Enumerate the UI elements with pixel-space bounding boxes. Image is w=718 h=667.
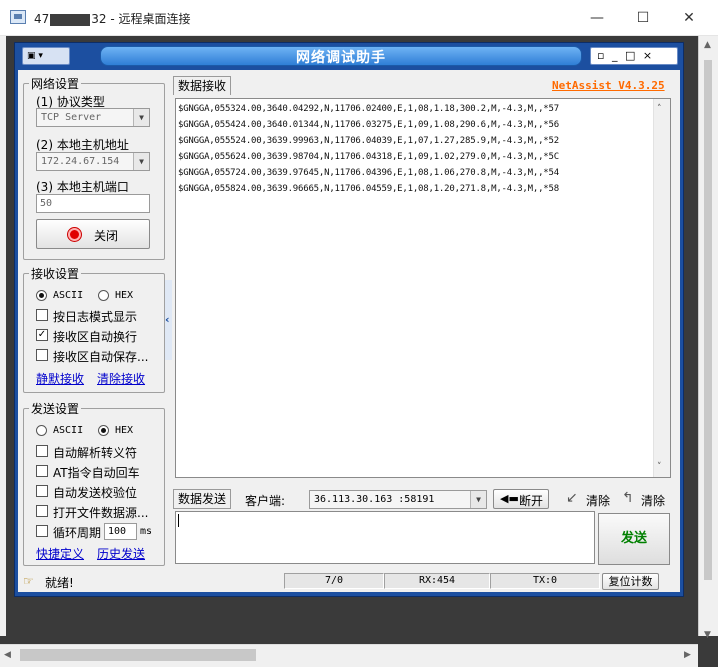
rdp-horizontal-scroll-thumb[interactable] [20,649,256,661]
auto-save-checkbox[interactable] [36,349,48,361]
local-port-label: (3) 本地主机端口 [36,180,129,194]
close-window-button[interactable]: ✕ [674,6,704,30]
scroll-down-arrow-icon[interactable]: ▼ [704,630,711,640]
scroll-right-arrow-icon[interactable]: ▶ [684,650,691,660]
close-connection-label: 关闭 [94,229,119,243]
disconnect-label: 断开 [519,494,544,508]
client-select[interactable]: 36.113.30.163 :58191 ▼ [309,490,487,509]
receive-ascii-label: ASCII [53,290,84,301]
red-indicator-icon [68,228,81,241]
send-history-link[interactable]: 历史发送 [97,545,145,562]
file-source-label: 打开文件数据源... [53,506,149,520]
receive-line: $GNGGA,055624.00,3639.98704,N,11706.0431… [178,152,559,162]
status-count: 7/0 [284,573,384,589]
at-cr-label: AT指令自动回车 [53,466,140,480]
file-source-checkbox[interactable] [36,505,48,517]
clear-receive-link[interactable]: 清除接收 [97,370,145,387]
escape-label: 自动解析转义符 [53,446,138,460]
local-port-input[interactable]: 50 [36,194,150,213]
receive-vertical-scrollbar[interactable] [653,99,670,477]
receive-line: $GNGGA,055524.00,3639.99963,N,11706.0403… [178,136,559,146]
auto-wrap-checkbox[interactable]: ✓ [36,329,48,341]
receive-line: $GNGGA,055324.00,3640.04292,N,11706.0240… [178,104,559,114]
maximize-button[interactable]: ☐ [628,6,658,30]
clear-up-arrow-icon[interactable]: ↰ [622,490,634,506]
receive-line: $GNGGA,055424.00,3640.01344,N,11706.0327… [178,120,559,130]
status-ready: 就绪! [45,576,74,590]
clear-all-button[interactable]: 清除 [641,492,665,509]
collapse-arrow-icon[interactable]: ‹ [165,313,170,326]
cycle-unit-label: ms [140,526,153,537]
system-menu-button[interactable]: ▣ ▾ [22,47,70,65]
send-ascii-label: ASCII [53,425,84,436]
send-settings-title: 发送设置 [29,400,82,417]
status-rx: RX:454 [384,573,490,589]
scroll-up-arrow-icon[interactable]: ˄ [657,104,662,114]
auto-save-label: 接收区自动保存... [53,350,149,364]
disconnect-button[interactable]: ◀▬ 断开 [493,489,549,509]
receive-hex-label: HEX [115,290,134,301]
arrow-left-icon: ◀▬ [500,492,519,505]
at-cr-checkbox[interactable] [36,465,48,477]
hand-pointer-icon: ☞ [23,574,34,588]
cycle-label: 循环周期 [53,526,102,540]
remote-desktop-edge [0,36,6,636]
send-hex-radio[interactable] [98,425,109,436]
status-tx: TX:0 [490,573,600,589]
receive-ascii-radio[interactable] [36,290,47,301]
chevron-down-icon[interactable]: ▼ [470,491,486,508]
clear-send-button[interactable]: 清除 [586,492,610,509]
shortcut-define-link[interactable]: 快捷定义 [36,545,84,562]
send-ascii-radio[interactable] [36,425,47,436]
app-title: 网络调试助手 [296,50,386,66]
netassist-version-link[interactable]: NetAssist V4.3.25 [552,79,665,92]
receive-line: $GNGGA,055724.00,3639.97645,N,11706.0439… [178,168,559,178]
redacted-block [50,13,91,26]
receive-hex-radio[interactable] [98,290,109,301]
scroll-up-arrow-icon[interactable]: ▲ [704,40,711,50]
local-ip-select[interactable]: 172.24.67.154 ▼ [36,152,150,171]
app-window-controls[interactable]: ▫ _ □ × [590,47,678,65]
checksum-label: 自动发送校验位 [53,486,138,500]
close-connection-button[interactable]: 关闭 [36,219,150,249]
log-mode-checkbox[interactable] [36,309,48,321]
send-hex-label: HEX [115,425,134,436]
rdp-vertical-scroll-thumb[interactable] [704,60,712,580]
scroll-down-arrow-icon[interactable]: ˅ [657,462,662,472]
protocol-select[interactable]: TCP Server ▼ [36,108,150,127]
text-caret [178,514,179,527]
cycle-checkbox[interactable] [36,525,48,537]
scroll-left-arrow-icon[interactable]: ◀ [4,650,11,660]
remote-desktop-icon [10,10,26,24]
cycle-period-input[interactable]: 100 [104,523,137,540]
log-mode-label: 按日志模式显示 [53,310,138,324]
send-textarea[interactable] [175,511,595,564]
clear-down-arrow-icon[interactable]: ↙ [566,490,578,506]
receive-settings-title: 接收设置 [29,265,82,282]
tab-data-send[interactable]: 数据发送 [173,489,232,509]
auto-wrap-label: 接收区自动换行 [53,330,138,344]
receive-line: $GNGGA,055824.00,3639.96665,N,11706.0455… [178,184,559,194]
client-label: 客户端: [245,494,286,508]
send-button[interactable]: 发送 [598,513,670,565]
escape-checkbox[interactable] [36,445,48,457]
reset-count-button[interactable]: 复位计数 [602,573,659,590]
network-settings-title: 网络设置 [29,75,82,92]
chevron-down-icon[interactable]: ▼ [133,153,149,170]
minimize-button[interactable]: — [582,6,612,30]
rdp-window-title: 47 32 - 远程桌面连接 [34,12,191,26]
silent-receive-link[interactable]: 静默接收 [36,370,84,387]
tab-data-receive[interactable]: 数据接收 [173,76,232,95]
chevron-down-icon[interactable]: ▼ [133,109,149,126]
checksum-checkbox[interactable] [36,485,48,497]
local-ip-label: (2) 本地主机地址 [36,138,129,152]
